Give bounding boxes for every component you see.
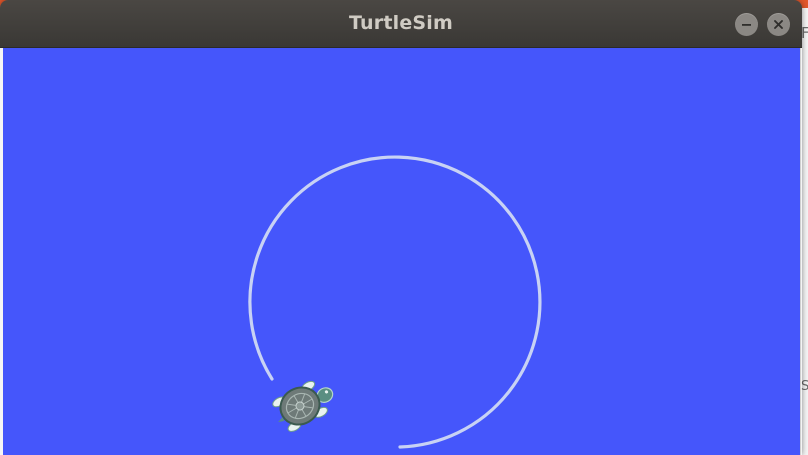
turtle-canvas[interactable] [3, 48, 800, 455]
turtle-canvas-svg [248, 155, 542, 449]
close-button[interactable] [767, 13, 790, 36]
background-window-glyph-top: F [801, 24, 808, 42]
minimize-icon [742, 24, 751, 26]
window-titlebar[interactable]: TurtleSim [0, 0, 802, 48]
minimize-button[interactable] [735, 13, 758, 36]
window-title: TurtleSim [348, 12, 454, 34]
turtle-icon[interactable] [268, 373, 341, 437]
close-icon [774, 20, 783, 29]
turtlesim-window: TurtleSim [0, 0, 802, 455]
desktop: F S TurtleSim [0, 0, 808, 455]
background-window-glyph-bottom: S [801, 379, 808, 394]
